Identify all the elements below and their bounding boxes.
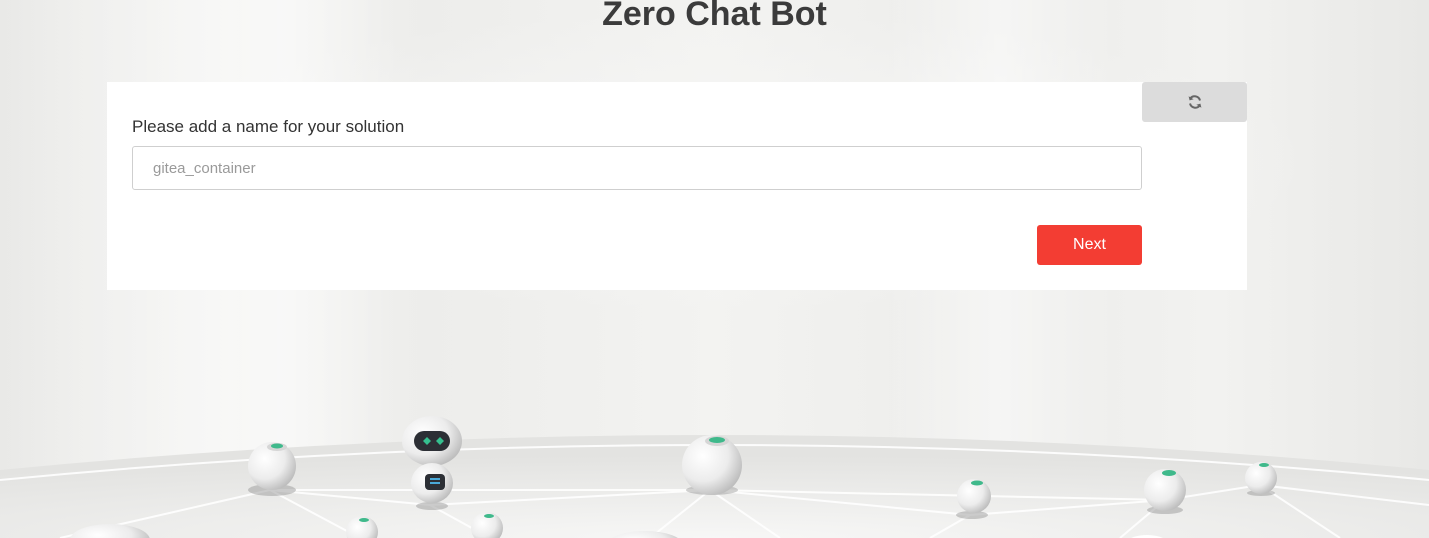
refresh-icon	[1188, 95, 1201, 109]
next-button[interactable]: Next	[1037, 225, 1142, 265]
page-title: Zero Chat Bot	[602, 0, 827, 33]
solution-form-card: Please add a name for your solution Next	[107, 82, 1247, 290]
robot-ball	[248, 442, 296, 496]
refresh-button[interactable]	[1142, 82, 1247, 122]
solution-name-input[interactable]	[132, 146, 1142, 190]
solution-name-label: Please add a name for your solution	[132, 117, 405, 136]
